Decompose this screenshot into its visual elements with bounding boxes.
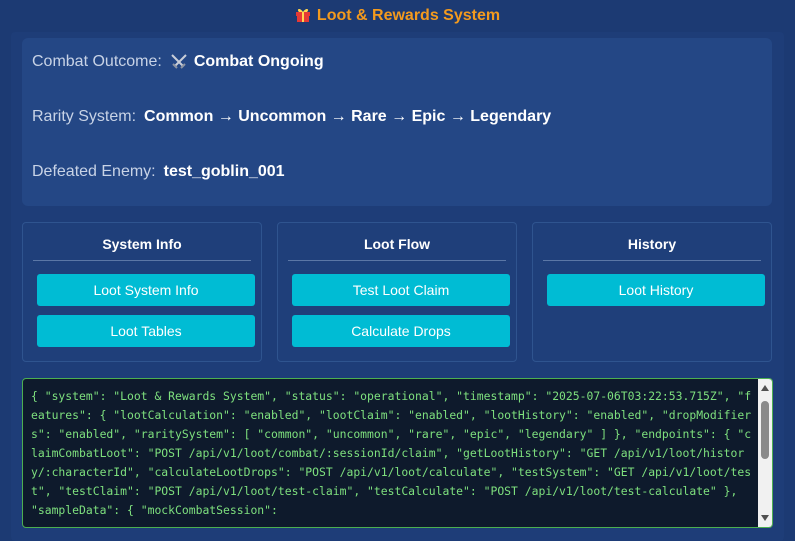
combat-outcome-label: Combat Outcome: bbox=[32, 53, 162, 70]
system-info-panel: System Info Loot System Info Loot Tables bbox=[22, 222, 262, 362]
title-text: Loot & Rewards System bbox=[316, 7, 501, 24]
response-console[interactable]: { "system": "Loot & Rewards System", "st… bbox=[22, 378, 773, 528]
combat-outcome-row: Combat Outcome: Combat Ongoing bbox=[32, 53, 324, 71]
loot-flow-panel: Loot Flow Test Loot Claim Calculate Drop… bbox=[277, 222, 517, 362]
scroll-thumb[interactable] bbox=[761, 401, 769, 459]
enemy-row: Defeated Enemy: test_goblin_001 bbox=[32, 163, 285, 181]
panel-title: History bbox=[627, 236, 677, 252]
divider bbox=[33, 260, 251, 261]
panel-title: System Info bbox=[102, 236, 182, 252]
console-scrollbar[interactable] bbox=[758, 379, 772, 527]
scroll-up-icon[interactable] bbox=[761, 385, 769, 391]
enemy-value: test_goblin_001 bbox=[163, 163, 285, 180]
panel-title: Loot Flow bbox=[363, 236, 431, 252]
scroll-down-icon[interactable] bbox=[761, 515, 769, 521]
enemy-label: Defeated Enemy: bbox=[32, 163, 156, 180]
crossed-swords-icon bbox=[171, 54, 187, 69]
loot-tables-button[interactable]: Loot Tables bbox=[37, 315, 255, 347]
console-output: { "system": "Loot & Rewards System", "st… bbox=[31, 389, 752, 517]
calculate-drops-button[interactable]: Calculate Drops bbox=[292, 315, 510, 347]
rarity-row: Rarity System: Common → Uncommon → Rare … bbox=[32, 108, 551, 126]
combat-outcome-value: Combat Ongoing bbox=[193, 53, 324, 70]
combat-info-card: Combat Outcome: Combat Ongoing Rarity Sy… bbox=[22, 38, 772, 206]
divider bbox=[288, 260, 506, 261]
divider bbox=[543, 260, 761, 261]
rarity-value: Common → Uncommon → Rare → Epic → Legend… bbox=[144, 108, 552, 125]
page-title: Loot & Rewards System bbox=[0, 6, 795, 26]
rarity-label: Rarity System: bbox=[32, 108, 137, 125]
loot-history-button[interactable]: Loot History bbox=[547, 274, 765, 306]
loot-system-info-button[interactable]: Loot System Info bbox=[37, 274, 255, 306]
test-loot-claim-button[interactable]: Test Loot Claim bbox=[292, 274, 510, 306]
gift-icon bbox=[295, 8, 310, 22]
history-panel: History Loot History bbox=[532, 222, 772, 362]
